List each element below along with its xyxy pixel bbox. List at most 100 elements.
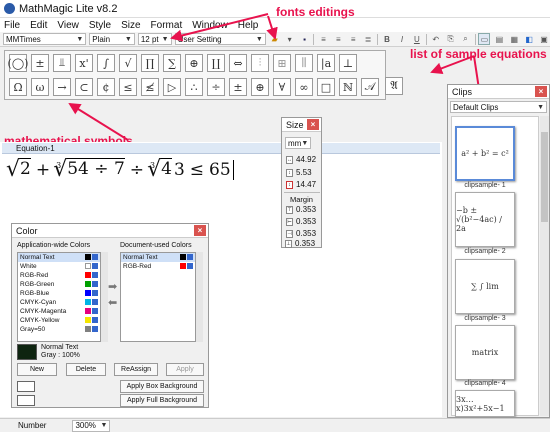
divide-button[interactable]: ÷ <box>207 78 225 96</box>
vector-template-button[interactable]: ⫶ <box>251 54 269 72</box>
matrix-template-button[interactable]: ⊞ <box>273 54 291 72</box>
script-a-button[interactable]: 𝒜 <box>361 78 379 96</box>
align-left-icon[interactable]: ≡ <box>317 33 329 45</box>
arrows-button[interactable]: → <box>53 78 71 96</box>
greek-upper-button[interactable]: Ω <box>9 78 27 96</box>
box-background-swatch[interactable] <box>17 381 35 392</box>
color-list-item[interactable]: CMYK-Yellow <box>18 316 100 325</box>
view-mode-1-icon[interactable]: ▭ <box>478 33 491 45</box>
align-center-icon[interactable]: ≡ <box>332 33 344 45</box>
menu-window[interactable]: Window <box>192 20 228 31</box>
scrollbar-thumb[interactable] <box>541 132 548 222</box>
square-button[interactable]: □ <box>317 78 335 96</box>
color-list-item[interactable]: Normal Text <box>121 253 195 262</box>
product-template-button[interactable]: ∏ <box>141 54 159 72</box>
menu-view[interactable]: View <box>57 20 79 31</box>
color-list-item[interactable]: CMYK-Cyan <box>18 298 100 307</box>
plus-minus-button[interactable]: ± <box>229 78 247 96</box>
view-mode-2-icon[interactable]: ▤ <box>493 33 505 45</box>
view-mode-5-icon[interactable]: ▣ <box>538 33 550 45</box>
margin-top-value[interactable]: 0.353 <box>296 205 316 214</box>
color-list-item[interactable]: Gray=50 <box>18 325 100 334</box>
close-icon[interactable]: × <box>535 86 547 97</box>
fraktur-a-button[interactable]: 𝔄 <box>385 77 403 95</box>
close-icon[interactable]: × <box>307 119 319 130</box>
copy-icon[interactable]: ⎘ <box>445 33 457 45</box>
triangle-button[interactable]: ▷ <box>163 78 181 96</box>
new-color-button[interactable]: New <box>17 363 57 376</box>
clip-preview[interactable]: matrix <box>455 325 515 380</box>
equation-display[interactable]: √ 2 + 3 √ 54 ÷ 7 ÷ 3 √ 4 3 ≤ 65 <box>6 158 234 182</box>
circle-template-button[interactable]: ⊕ <box>185 54 203 72</box>
underline-button[interactable]: U <box>411 33 423 45</box>
subset-button[interactable]: ⊂ <box>75 78 93 96</box>
bar-template-button[interactable]: |a <box>317 54 335 72</box>
greek-lower-button[interactable]: ω <box>31 78 49 96</box>
width-value[interactable]: 44.92 <box>296 155 316 164</box>
clip-preview[interactable]: 3x… x)3x²+5x−1 <box>455 390 515 417</box>
font-select[interactable]: MMTimes ▼ <box>3 33 87 45</box>
not-less-equal-button[interactable]: ≰ <box>141 78 159 96</box>
clip-preview[interactable]: −b ± √(b²−4ac) / 2a <box>455 192 515 247</box>
therefore-button[interactable]: ∴ <box>185 78 203 96</box>
blackboard-n-button[interactable]: ℕ <box>339 78 357 96</box>
menu-format[interactable]: Format <box>151 20 183 31</box>
undo-icon[interactable]: ↶ <box>430 33 442 45</box>
arrow-right-icon[interactable]: ➡ <box>108 280 117 293</box>
align-right-icon[interactable]: ≡ <box>347 33 359 45</box>
full-background-swatch[interactable] <box>17 395 35 406</box>
infinity-button[interactable]: ∞ <box>295 78 313 96</box>
fraction-template-button[interactable]: ± <box>31 54 49 72</box>
cent-button[interactable]: ¢ <box>97 78 115 96</box>
menu-style[interactable]: Style <box>89 20 111 31</box>
style-select[interactable]: Plain ▼ <box>89 33 135 45</box>
forall-button[interactable]: ∀ <box>273 78 291 96</box>
arrow-template-button[interactable]: ⇔ <box>229 54 247 72</box>
zoom-select[interactable]: 300% ▼ <box>72 419 111 432</box>
clip-preview[interactable]: ∑ ∫ lim <box>455 259 515 314</box>
perpendicular-template-button[interactable]: ⊥ <box>339 54 357 72</box>
zoom-icon[interactable]: ⌕ <box>460 33 472 45</box>
sum-template-button[interactable]: ∑ <box>163 54 181 72</box>
apply-full-background-button[interactable]: Apply Full Background <box>120 394 204 407</box>
apply-color-button[interactable]: Apply <box>166 363 204 376</box>
superscript-template-button[interactable]: x' <box>75 54 93 72</box>
view-mode-3-icon[interactable]: ▦ <box>508 33 520 45</box>
color-list-item[interactable]: RGB-Red <box>121 262 195 271</box>
doc-colors-scrollbar[interactable] <box>196 252 203 342</box>
dropdown-arrow-icon[interactable]: ▾ <box>284 33 296 45</box>
color-list-item[interactable]: White <box>18 262 100 271</box>
delete-color-button[interactable]: Delete <box>66 363 106 376</box>
ascent-value[interactable]: 5.53 <box>296 168 312 177</box>
integral-template-button[interactable]: ∫ <box>97 54 115 72</box>
color-list-item[interactable]: Normal Text <box>18 253 100 262</box>
setting-select[interactable]: User Setting ▼ <box>174 33 266 45</box>
margin-bottom-value[interactable]: 0.353 <box>295 239 315 248</box>
clips-library-select[interactable]: Default Clips ▼ <box>450 101 547 113</box>
italic-button[interactable]: I <box>396 33 408 45</box>
app-colors-scrollbar[interactable] <box>101 252 108 342</box>
color-list-item[interactable]: RGB-Blue <box>18 289 100 298</box>
menu-size[interactable]: Size <box>121 20 140 31</box>
margin-right-value[interactable]: 0.353 <box>296 229 316 238</box>
clip-preview[interactable]: a² + b² = c² <box>455 126 515 181</box>
descent-value[interactable]: 14.47 <box>296 180 316 189</box>
color-list-item[interactable]: RGB-Green <box>18 280 100 289</box>
subscript-template-button[interactable]: ⫫ <box>53 54 71 72</box>
color-list-item[interactable]: CMYK-Magenta <box>18 307 100 316</box>
unit-select[interactable]: mm ▼ <box>285 137 311 149</box>
margin-left-value[interactable]: 0.353 <box>296 217 316 226</box>
oplus-button[interactable]: ⊕ <box>251 78 269 96</box>
clips-scrollbar[interactable] <box>540 116 549 416</box>
color-list-item[interactable]: RGB-Red <box>18 271 100 280</box>
current-color-swatch[interactable] <box>17 344 37 360</box>
radical-template-button[interactable]: √ <box>119 54 137 72</box>
bold-button[interactable]: B <box>381 33 393 45</box>
menu-help[interactable]: Help <box>238 20 259 31</box>
view-mode-4-icon[interactable]: ◧ <box>523 33 535 45</box>
apply-box-background-button[interactable]: Apply Box Background <box>120 380 204 393</box>
align-justify-icon[interactable]: ≣ <box>362 33 374 45</box>
coproduct-template-button[interactable]: ∐ <box>207 54 225 72</box>
table-template-button[interactable]: ⫼ <box>295 54 313 72</box>
less-equal-button[interactable]: ≤ <box>119 78 137 96</box>
